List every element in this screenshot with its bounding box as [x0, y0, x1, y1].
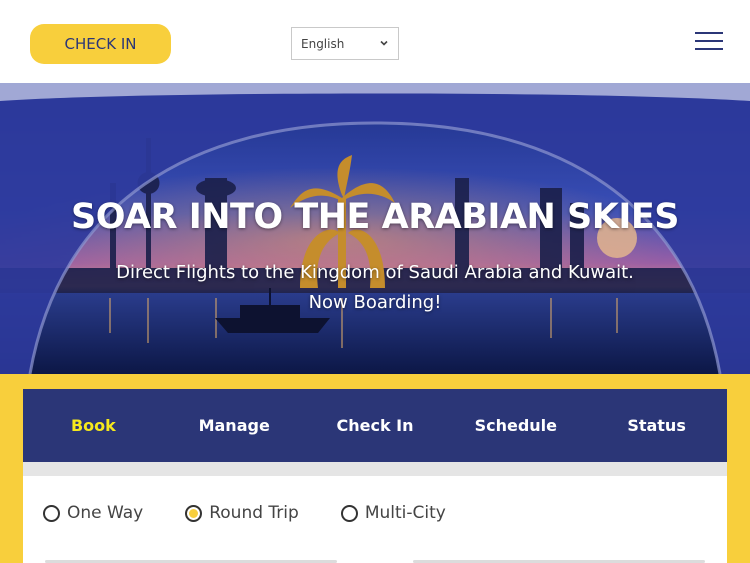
tab-check-in[interactable]: Check In [305, 389, 446, 462]
tab-manage[interactable]: Manage [164, 389, 305, 462]
booking-panel: Book Manage Check In Schedule Status One… [23, 389, 727, 563]
language-select[interactable]: English [291, 27, 399, 60]
hero-subtitle: Direct Flights to the Kingdom of Saudi A… [0, 258, 750, 318]
trip-type-one-way[interactable]: One Way [43, 503, 143, 523]
trip-type-round-trip[interactable]: Round Trip [185, 503, 299, 523]
hamburger-menu-icon[interactable] [695, 32, 723, 50]
tab-status[interactable]: Status [586, 389, 727, 462]
language-select-value: English [301, 36, 345, 51]
radio-one-way[interactable] [43, 504, 60, 522]
trip-type-multi-city[interactable]: Multi-City [340, 503, 446, 523]
radio-multi-city[interactable] [340, 504, 358, 522]
tab-schedule[interactable]: Schedule [445, 389, 586, 462]
hero-subtitle-line-2: Now Boarding! [308, 292, 442, 313]
chevron-down-icon [380, 40, 388, 46]
hero-title: SOAR INTO THE ARABIAN SKIES [71, 197, 680, 237]
trip-type-label: One Way [67, 503, 144, 523]
trip-type-label: Multi-City [364, 503, 446, 523]
radio-round-trip[interactable] [185, 504, 203, 522]
tab-divider [23, 462, 727, 476]
trip-type-label: Round Trip [209, 503, 299, 523]
check-in-button[interactable]: CHECK IN [30, 24, 171, 64]
tab-book[interactable]: Book [23, 389, 164, 462]
trip-type-selector: One Way Round Trip Multi-City [43, 500, 488, 526]
hero-subtitle-line-1: Direct Flights to the Kingdom of Saudi A… [116, 262, 634, 283]
hero-banner: SOAR INTO THE ARABIAN SKIES Direct Fligh… [0, 83, 750, 374]
booking-tabs: Book Manage Check In Schedule Status [23, 389, 727, 462]
site-header: CHECK IN English [0, 0, 750, 83]
